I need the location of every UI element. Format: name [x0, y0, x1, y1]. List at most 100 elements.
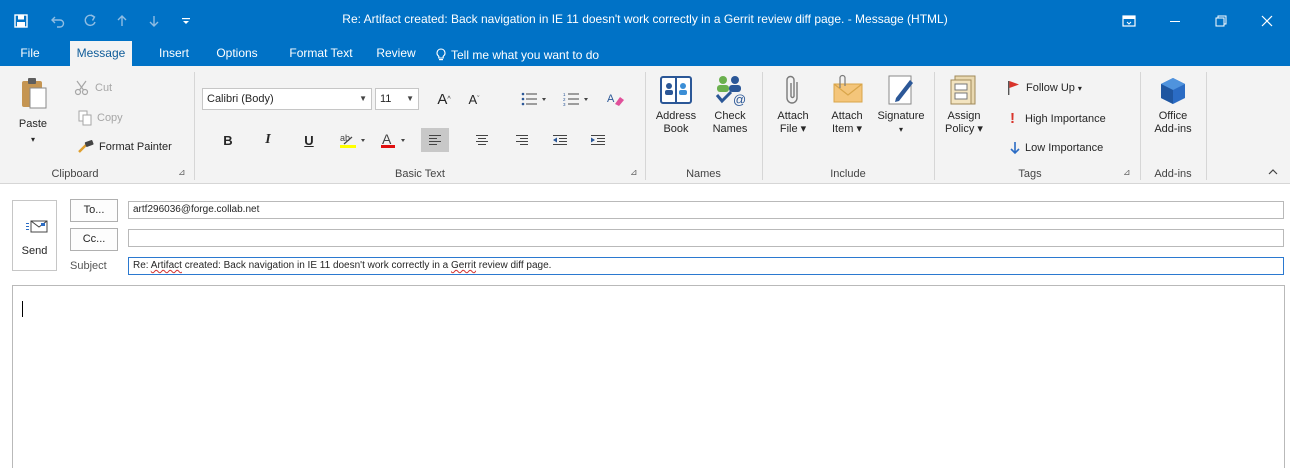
paste-icon: [22, 78, 47, 109]
address-book-button[interactable]: Address Book: [654, 74, 698, 136]
decrease-indent-icon[interactable]: [547, 128, 573, 152]
attach-item-label-1: Attach: [831, 110, 863, 122]
close-icon[interactable]: [1244, 0, 1290, 42]
align-left-icon[interactable]: [421, 128, 449, 152]
subject-field[interactable]: Re: Artifact created: Back navigation in…: [128, 257, 1284, 275]
tab-review[interactable]: Review: [374, 43, 418, 66]
flag-icon: [1008, 81, 1019, 95]
assign-policy-icon: [950, 75, 976, 105]
address-book-icon: [660, 76, 692, 104]
subject-misspelled-word: Artifact: [150, 260, 182, 271]
low-importance-label: Low Importance: [1025, 142, 1104, 154]
tab-format-text[interactable]: Format Text: [283, 43, 359, 66]
to-field[interactable]: artf296036@forge.collab.net: [128, 201, 1284, 219]
bold-button[interactable]: B: [215, 128, 241, 152]
underline-button[interactable]: U: [296, 128, 322, 152]
subject-label: Subject: [70, 260, 107, 272]
check-names-label-2: Names: [712, 123, 748, 135]
copy-button[interactable]: Copy: [78, 110, 123, 126]
tell-me-label: Tell me what you want to do: [451, 47, 600, 62]
attach-item-button[interactable]: Attach Item ▾: [823, 74, 871, 136]
tab-message[interactable]: Message: [70, 41, 132, 66]
svg-text:A: A: [607, 93, 615, 105]
attach-file-button[interactable]: Attach File ▾: [771, 74, 815, 136]
collapse-ribbon-icon[interactable]: [1268, 168, 1278, 179]
tell-me-search[interactable]: Tell me what you want to do: [436, 43, 606, 66]
address-book-label-2: Book: [663, 123, 689, 135]
signature-button[interactable]: Signature ▾: [873, 74, 929, 136]
increase-indent-icon[interactable]: [585, 128, 611, 152]
to-button[interactable]: To...: [70, 199, 118, 222]
clipboard-group-label: Clipboard: [51, 168, 99, 180]
outlook-compose-window: Re: Artifact created: Back navigation in…: [0, 0, 1290, 468]
check-names-button[interactable]: @ Check Names: [708, 74, 752, 136]
shrink-font-icon[interactable]: Aˇ: [461, 87, 487, 111]
high-importance-icon: !: [1010, 110, 1015, 127]
format-painter-button[interactable]: Format Painter: [78, 140, 172, 154]
restore-icon[interactable]: [1198, 0, 1244, 42]
font-size-combo[interactable]: 11 ▼: [375, 88, 419, 110]
separator: [1206, 72, 1207, 180]
message-body-editor[interactable]: [12, 285, 1285, 468]
font-name-value: Calibri (Body): [207, 93, 274, 105]
copy-label: Copy: [97, 112, 123, 124]
follow-up-button[interactable]: Follow Up ▾: [1007, 80, 1082, 96]
ribbon-display-options-icon[interactable]: [1106, 0, 1152, 42]
high-importance-label: High Importance: [1025, 112, 1106, 125]
chevron-down-icon: ▾: [1077, 83, 1082, 93]
chevron-down-icon: ▼: [359, 94, 367, 103]
lightbulb-icon: [436, 48, 446, 61]
include-group-label: Include: [830, 168, 866, 180]
tags-dialog-launcher-icon[interactable]: ⊿: [1123, 167, 1131, 178]
cc-field[interactable]: [128, 229, 1284, 247]
font-name-combo[interactable]: Calibri (Body) ▼: [202, 88, 372, 110]
tab-insert[interactable]: Insert: [152, 43, 196, 66]
address-book-label-1: Address: [655, 110, 697, 122]
copy-icon: [78, 110, 92, 126]
numbering-icon[interactable]: 123: [557, 87, 597, 111]
subject-middle: created: Back navigation in IE 11 doesn'…: [181, 260, 452, 271]
ribbon-tabs: File Message Insert Options Format Text …: [0, 37, 1290, 66]
paste-label: Paste: [18, 118, 48, 130]
signature-icon: [888, 75, 913, 105]
grow-font-icon[interactable]: A ^: [431, 87, 457, 111]
window-title: Re: Artifact created: Back navigation in…: [342, 12, 948, 26]
attach-item-icon: [833, 74, 863, 103]
attach-item-label-2: Item ▾: [832, 123, 862, 135]
low-importance-button[interactable]: Low Importance: [1010, 141, 1103, 155]
group-clipboard: Paste ▾ Cut Copy Format Painter Clipboar…: [0, 66, 193, 182]
basic-text-dialog-launcher-icon[interactable]: ⊿: [630, 167, 638, 178]
clear-formatting-icon[interactable]: A: [603, 87, 629, 111]
window-controls: [1106, 0, 1290, 42]
title-bar: Re: Artifact created: Back navigation in…: [0, 0, 1290, 42]
assign-policy-button[interactable]: Assign Policy ▾: [941, 74, 987, 136]
clipboard-dialog-launcher-icon[interactable]: ⊿: [178, 167, 186, 178]
office-addins-button[interactable]: Office Add-ins: [1147, 76, 1199, 136]
check-names-label-1: Check: [714, 110, 746, 122]
svg-text:3: 3: [563, 102, 566, 106]
bullets-icon[interactable]: [515, 87, 555, 111]
addins-group-label: Add-ins: [1154, 168, 1192, 180]
follow-up-label: Follow Up: [1026, 82, 1075, 94]
office-addins-label-1: Office: [1158, 110, 1188, 122]
minimize-icon[interactable]: [1152, 0, 1198, 42]
group-basic-text: Calibri (Body) ▼ 11 ▼ A ^ Aˇ 123 A B I U …: [195, 66, 645, 182]
paste-button[interactable]: Paste ▾: [16, 76, 50, 146]
font-color-icon[interactable]: A: [377, 128, 413, 152]
align-center-icon[interactable]: [469, 128, 495, 152]
tab-options[interactable]: Options: [213, 43, 261, 66]
subject-misspelled-word: Gerrit: [451, 260, 477, 271]
italic-button[interactable]: I: [255, 128, 281, 152]
svg-text:ab: ab: [340, 133, 350, 143]
chevron-down-icon: ▼: [406, 94, 414, 103]
tab-file[interactable]: File: [14, 43, 46, 66]
highlight-color-icon[interactable]: ab: [336, 128, 372, 152]
send-button[interactable]: Send: [12, 200, 57, 271]
send-label: Send: [21, 245, 48, 257]
high-importance-button[interactable]: ! High Importance: [1010, 110, 1106, 127]
align-right-icon[interactable]: [509, 128, 535, 152]
cc-button[interactable]: Cc...: [70, 228, 118, 251]
send-envelope-icon: [26, 220, 48, 233]
cut-button[interactable]: Cut: [74, 80, 112, 96]
attach-file-label-2: File ▾: [779, 123, 807, 135]
